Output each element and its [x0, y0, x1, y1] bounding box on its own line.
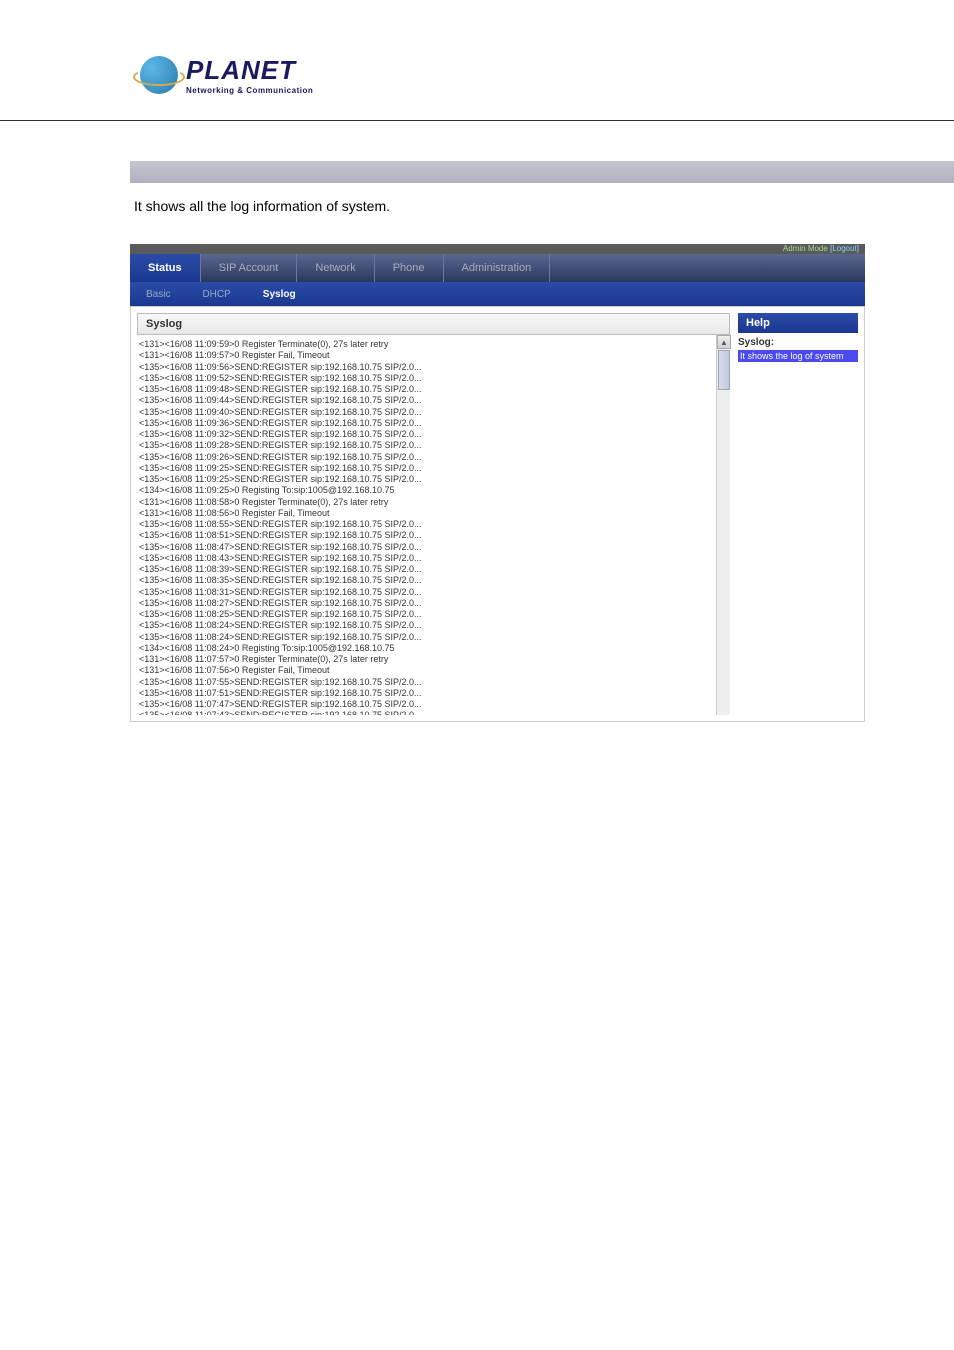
- scroll-up-button[interactable]: ▲: [717, 335, 731, 349]
- planet-logo-icon: [140, 56, 178, 94]
- app-window: Admin Mode [Logout] StatusSIP AccountNet…: [130, 244, 865, 722]
- content-area: It shows all the log information of syst…: [0, 121, 954, 722]
- logo-text: PLANET Networking & Communication: [186, 55, 313, 95]
- logo-header: PLANET Networking & Communication: [0, 0, 954, 121]
- sub-tabs: BasicDHCPSyslog: [130, 282, 865, 306]
- help-content: Syslog: It shows the log of system: [738, 333, 858, 366]
- main-tab-administration[interactable]: Administration: [444, 254, 551, 282]
- sub-tab-syslog[interactable]: Syslog: [247, 282, 312, 306]
- logo: PLANET Networking & Communication: [140, 55, 954, 95]
- syslog-panel-header: Syslog: [137, 313, 730, 335]
- admin-mode-label: Admin Mode: [783, 244, 828, 253]
- main-tab-status[interactable]: Status: [130, 254, 201, 282]
- help-panel: Help Syslog: It shows the log of system: [738, 313, 858, 366]
- scroll-thumb[interactable]: [718, 350, 730, 390]
- sub-tab-dhcp[interactable]: DHCP: [186, 282, 246, 306]
- logo-sub-text: Networking & Communication: [186, 86, 313, 95]
- main-tab-network[interactable]: Network: [297, 254, 374, 282]
- main-tabs: StatusSIP AccountNetworkPhoneAdministrat…: [130, 254, 865, 282]
- admin-bar: Admin Mode [Logout]: [130, 244, 865, 254]
- syslog-content: <131><16/08 11:09:59>0 Register Terminat…: [137, 335, 730, 715]
- page-body: Syslog <131><16/08 11:09:59>0 Register T…: [130, 306, 865, 722]
- sub-tab-basic[interactable]: Basic: [130, 282, 186, 306]
- logo-main-text: PLANET: [186, 55, 313, 86]
- intro-text: It shows all the log information of syst…: [130, 198, 954, 214]
- section-bar: [130, 161, 954, 183]
- help-body: It shows the log of system: [738, 350, 858, 362]
- syslog-panel: Syslog <131><16/08 11:09:59>0 Register T…: [137, 313, 730, 715]
- scrollbar: ▲: [716, 335, 730, 715]
- logout-link[interactable]: [Logout]: [830, 244, 859, 253]
- main-tab-phone[interactable]: Phone: [375, 254, 444, 282]
- help-header: Help: [738, 313, 858, 333]
- main-tab-sip-account[interactable]: SIP Account: [201, 254, 298, 282]
- help-title: Syslog:: [738, 337, 858, 348]
- syslog-content-wrap: <131><16/08 11:09:59>0 Register Terminat…: [137, 335, 730, 715]
